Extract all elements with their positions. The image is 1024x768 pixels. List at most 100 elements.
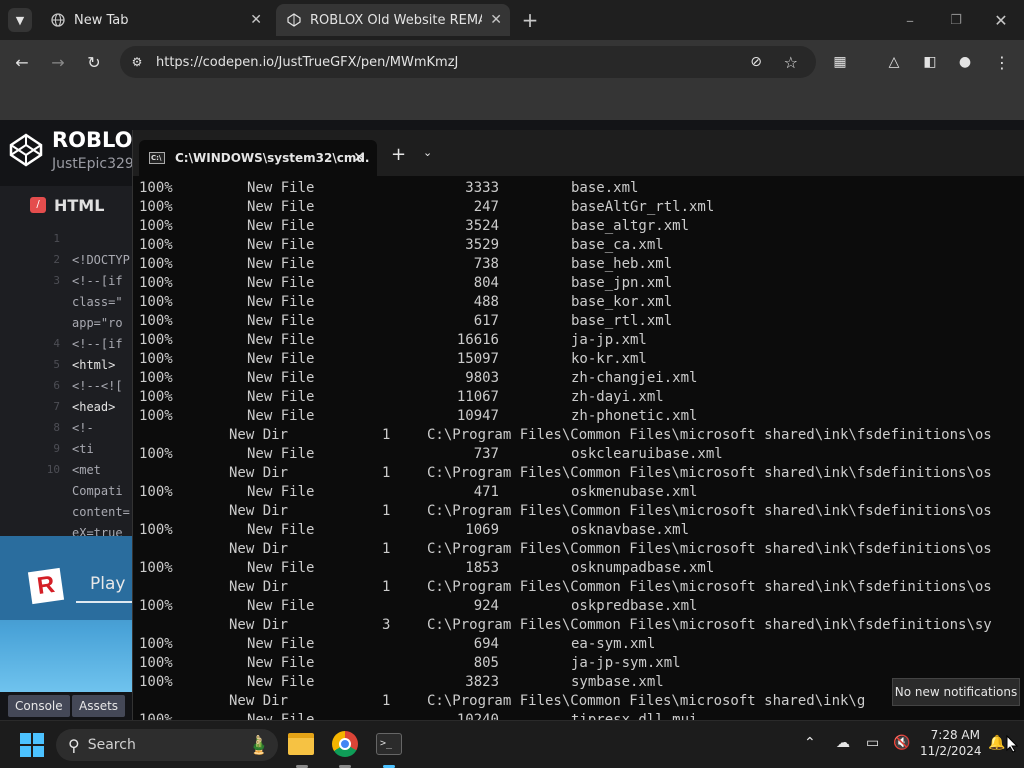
- line-number: 10: [46, 463, 60, 476]
- file-name: ea-sym.xml: [571, 636, 656, 652]
- menu-icon[interactable]: ⋮: [990, 50, 1014, 74]
- tab-title: New Tab: [74, 12, 129, 28]
- terminal-file-row: 100% New File 3333 base.xml: [133, 180, 1024, 199]
- eye-off-icon[interactable]: ⊘: [750, 54, 762, 70]
- restore-icon[interactable]: ❐: [944, 8, 968, 32]
- labs-icon[interactable]: △: [882, 50, 906, 74]
- chrome-icon[interactable]: [332, 731, 358, 757]
- taskbar-search-box[interactable]: ⚲ Search 🎍: [56, 729, 278, 761]
- file-size: 11067: [456, 389, 499, 405]
- tab-new-tab[interactable]: New Tab ✕: [40, 4, 270, 36]
- pen-author[interactable]: JustEpic329: [52, 156, 134, 172]
- action-label: New File: [247, 560, 315, 576]
- tab-search-icon[interactable]: ▼: [8, 8, 32, 32]
- roblox-logo-icon[interactable]: R: [27, 567, 65, 605]
- code-line: <!-: [72, 421, 94, 435]
- terminal-file-row: 100% New File 738 base_heb.xml: [133, 256, 1024, 275]
- file-name: oskmenubase.xml: [571, 484, 698, 500]
- progress-percent: 100%: [139, 313, 173, 329]
- code-area[interactable]: 1 2 3 4 5 6 7 8 9 10 <!DOCTYP <!--[if cl…: [0, 224, 132, 540]
- chevron-up-icon[interactable]: ⌃: [804, 735, 816, 751]
- bookmarks-bar: [0, 84, 1024, 120]
- file-name: baseAltGr_rtl.xml: [571, 199, 715, 215]
- action-label: New File: [247, 408, 315, 424]
- terminal-output[interactable]: 100% New File 3333 base.xml 100% New File 247 b…: [133, 178, 1024, 720]
- url-text: https://codepen.io/JustTrueGFX/pen/MWmKm…: [156, 54, 459, 70]
- dir-path: C:\Program Files\Common Files\microsoft …: [427, 465, 992, 481]
- assets-button[interactable]: Assets: [72, 695, 126, 717]
- action-label: New File: [247, 484, 315, 500]
- file-name: oskpredbase.xml: [571, 598, 698, 614]
- file-explorer-icon[interactable]: [288, 733, 314, 755]
- action-label: New Dir: [229, 503, 289, 519]
- bookmark-star-icon[interactable]: ☆: [784, 53, 798, 72]
- close-tab-icon[interactable]: ✕: [490, 12, 502, 28]
- codepen-logo-icon[interactable]: [8, 132, 44, 172]
- action-label: New File: [247, 180, 315, 196]
- html-tab[interactable]: / HTML: [18, 186, 140, 224]
- action-label: New File: [247, 446, 315, 462]
- new-terminal-tab-icon[interactable]: +: [391, 144, 406, 165]
- site-settings-icon[interactable]: ⚙: [128, 55, 146, 69]
- action-label: New File: [247, 598, 315, 614]
- volume-muted-icon[interactable]: 🔇: [893, 735, 910, 751]
- notification-bell-icon[interactable]: 🔔: [988, 735, 1005, 751]
- new-tab-icon[interactable]: +: [518, 8, 542, 32]
- play-link[interactable]: Play: [90, 574, 125, 594]
- terminal-file-row: 100% New File 488 base_kor.xml: [133, 294, 1024, 313]
- action-label: New Dir: [229, 693, 289, 709]
- terminal-file-row: 100% New File 10947 zh-phonetic.xml: [133, 408, 1024, 427]
- close-terminal-tab-icon[interactable]: ✕: [353, 150, 365, 166]
- html-tab-label: HTML: [54, 195, 105, 215]
- windows-start-icon[interactable]: [20, 733, 44, 757]
- mouse-cursor-icon: [1006, 734, 1019, 757]
- dir-count: 1: [382, 579, 391, 595]
- progress-percent: 100%: [139, 351, 173, 367]
- progress-percent: 100%: [139, 180, 173, 196]
- terminal-tab[interactable]: C:\ C:\WINDOWS\system32\cmd. ✕: [139, 140, 377, 176]
- file-name: ja-jp.xml: [571, 332, 647, 348]
- close-window-icon[interactable]: ✕: [989, 8, 1013, 32]
- progress-percent: 100%: [139, 712, 173, 720]
- terminal-app-icon[interactable]: >_: [376, 733, 402, 755]
- code-line: <!--<![: [72, 379, 123, 393]
- terminal-file-row: 100% New File 471 oskmenubase.xml: [133, 484, 1024, 503]
- action-label: New File: [247, 313, 315, 329]
- dir-count: 1: [382, 541, 391, 557]
- dir-path: C:\Program Files\Common Files\microsoft …: [427, 503, 992, 519]
- terminal-file-row: 100% New File 1853 osknumpadbase.xml: [133, 560, 1024, 579]
- line-number: 3: [53, 274, 60, 287]
- side-panel-icon[interactable]: ◧: [918, 50, 942, 74]
- terminal-file-row: 100% New File 924 oskpredbase.xml: [133, 598, 1024, 617]
- back-icon[interactable]: ←: [10, 50, 34, 74]
- forward-icon[interactable]: →: [46, 50, 70, 74]
- code-line: <head>: [72, 400, 116, 414]
- file-name: zh-dayi.xml: [571, 389, 664, 405]
- clock[interactable]: 7:28 AM 11/2/2024: [920, 727, 982, 759]
- action-label: New File: [247, 199, 315, 215]
- file-size: 9803: [465, 370, 499, 386]
- search-icon: ⚲: [68, 735, 80, 755]
- console-button[interactable]: Console: [8, 695, 70, 717]
- codepen-bottom-bar: Console Assets: [0, 692, 132, 720]
- terminal-dropdown-icon[interactable]: ⌄: [423, 146, 432, 159]
- file-name: base_heb.xml: [571, 256, 673, 272]
- taskbar-search-label: Search: [87, 737, 136, 753]
- address-bar[interactable]: ⚙ https://codepen.io/JustTrueGFX/pen/MWm…: [120, 46, 816, 78]
- play-underline: [76, 601, 132, 603]
- extensions-icon[interactable]: ▦: [828, 50, 852, 74]
- file-size: 488: [473, 294, 499, 310]
- file-name: base_jpn.xml: [571, 275, 673, 291]
- file-name: tipresx.dll.mui: [571, 712, 698, 720]
- network-icon[interactable]: ▭: [866, 735, 879, 751]
- onedrive-off-icon[interactable]: ☁: [836, 735, 850, 751]
- preview-pane[interactable]: R Play: [0, 536, 132, 692]
- action-label: New File: [247, 256, 315, 272]
- close-tab-icon[interactable]: ✕: [250, 12, 262, 28]
- minimize-icon[interactable]: –: [898, 8, 922, 32]
- terminal-file-row: 100% New File 11067 zh-dayi.xml: [133, 389, 1024, 408]
- tab-roblox-remake[interactable]: ROBLOX Old Website REMAKE ✕: [276, 4, 510, 36]
- profile-icon[interactable]: ●: [953, 50, 977, 74]
- terminal-dir-row: New Dir 1 C:\Program Files\Common Files\mi…: [133, 579, 1024, 598]
- reload-icon[interactable]: ↻: [82, 50, 106, 74]
